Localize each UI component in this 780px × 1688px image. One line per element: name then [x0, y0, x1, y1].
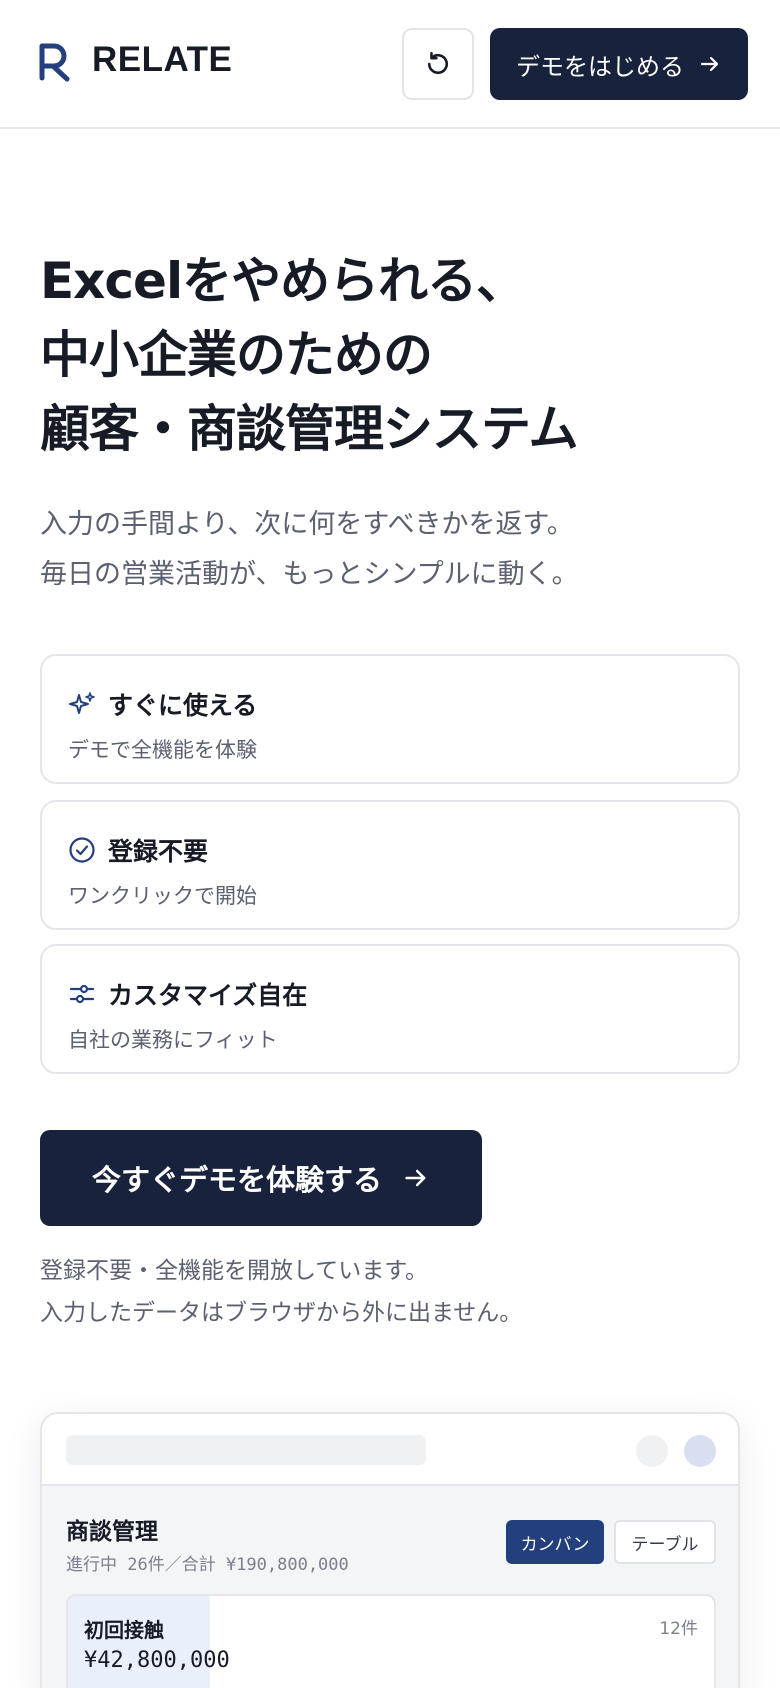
- cta-note-line: 登録不要・全機能を開放しています。: [40, 1258, 429, 1284]
- feature-description: デモで全機能を体験: [68, 738, 257, 762]
- app-preview-card: 商談管理 進行中 26件／合計 ¥190,800,000 カンバン テーブル 初…: [40, 1412, 740, 1688]
- pipeline-stage-card[interactable]: 初回接触 ¥42,800,000 12件: [66, 1594, 716, 1688]
- hero-subtitle-line: 毎日の営業活動が、もっとシンプルに動く。: [40, 559, 579, 590]
- feature-card-quick-start: すぐに使える デモで全機能を体験: [40, 654, 740, 784]
- brand-name[interactable]: RELATE: [92, 40, 232, 80]
- try-demo-button[interactable]: 今すぐデモを体験する: [40, 1130, 482, 1226]
- hero-title: Excelをやめられる、 中小企業のための 顧客・商談管理システム: [40, 244, 740, 466]
- cta-note: 登録不要・全機能を開放しています。 入力したデータはブラウザから外に出ません。: [40, 1250, 740, 1334]
- preview-search-placeholder: [66, 1435, 426, 1465]
- stage-amount: ¥42,800,000: [84, 1648, 230, 1673]
- kanban-view-tab[interactable]: カンバン: [506, 1520, 604, 1564]
- preview-toolbar: [42, 1414, 738, 1486]
- check-circle-icon: [69, 837, 95, 863]
- reset-icon: [427, 51, 448, 75]
- preview-toolbar-dot: [636, 1435, 668, 1467]
- arrow-right-icon: [700, 56, 719, 72]
- deals-stats: 進行中 26件／合計 ¥190,800,000: [66, 1555, 349, 1575]
- sliders-icon: [69, 984, 95, 1004]
- hero-title-line: 中小企業のための: [40, 326, 433, 384]
- try-demo-label: 今すぐデモを体験する: [91, 1163, 382, 1197]
- feature-title: カスタマイズ自在: [108, 981, 308, 1010]
- feature-description: ワンクリックで開始: [68, 884, 257, 908]
- cta-note-line: 入力したデータはブラウザから外に出ません。: [40, 1300, 523, 1326]
- hero-subtitle-line: 入力の手間より、次に何をすべきかを返す。: [40, 509, 574, 540]
- reset-button[interactable]: [402, 28, 474, 100]
- relate-logo-icon[interactable]: [36, 42, 72, 82]
- preview-avatar: [684, 1435, 716, 1467]
- stage-count: 12件: [659, 1619, 698, 1639]
- feature-title: すぐに使える: [108, 691, 258, 720]
- hero-title-line: 顧客・商談管理システム: [40, 400, 579, 458]
- arrow-right-icon: [405, 1169, 426, 1187]
- start-demo-button[interactable]: デモをはじめる: [490, 28, 748, 100]
- feature-card-no-signup: 登録不要 ワンクリックで開始: [40, 800, 740, 930]
- sparkles-icon: [69, 692, 95, 714]
- deals-title: 商談管理: [66, 1519, 158, 1545]
- feature-title: 登録不要: [108, 837, 209, 866]
- start-demo-label: デモをはじめる: [516, 52, 684, 81]
- feature-card-customizable: カスタマイズ自在 自社の業務にフィット: [40, 944, 740, 1074]
- stage-name: 初回接触: [84, 1618, 164, 1642]
- feature-description: 自社の業務にフィット: [68, 1028, 278, 1052]
- hero-subtitle: 入力の手間より、次に何をすべきかを返す。 毎日の営業活動が、もっとシンプルに動く…: [40, 500, 740, 600]
- hero-title-line: Excelをやめられる、: [40, 252, 526, 310]
- app-header: RELATE デモをはじめる: [0, 0, 780, 129]
- table-view-tab[interactable]: テーブル: [614, 1520, 716, 1564]
